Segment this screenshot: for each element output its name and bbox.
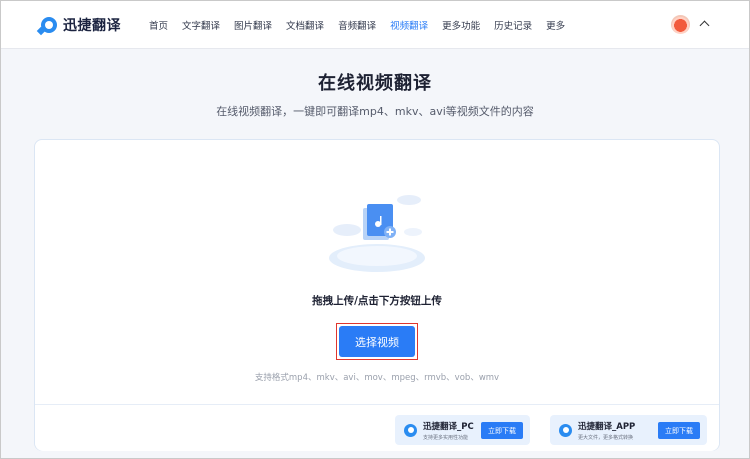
download-bar: 迅捷翻译_PC 支持更多实用性功能 立即下载 迅捷翻译_APP 更大文件，更多格…	[35, 404, 719, 451]
nav-item-video-translate[interactable]: 视频翻译	[390, 1, 428, 49]
nav-item-history[interactable]: 历史记录	[494, 1, 532, 49]
download-desc-app: 更大文件，更多格式转换	[578, 434, 634, 441]
drag-upload-text: 拖拽上传/点击下方按钮上传	[312, 295, 442, 307]
download-card-pc[interactable]: 迅捷翻译_PC 支持更多实用性功能 立即下载	[395, 415, 530, 445]
logo-text: 迅捷翻译	[63, 17, 121, 34]
app-logo-icon	[404, 423, 417, 437]
select-video-button[interactable]: 选择视频	[339, 326, 415, 357]
nav-item-home[interactable]: 首页	[149, 1, 168, 49]
nav-item-audio-translate[interactable]: 音频翻译	[338, 1, 376, 49]
video-upload-illustration	[329, 195, 425, 272]
nav-item-image-translate[interactable]: 图片翻译	[234, 1, 272, 49]
nav-item-document-translate[interactable]: 文档翻译	[286, 1, 324, 49]
download-app-button[interactable]: 立即下载	[658, 422, 700, 439]
logo[interactable]: 迅捷翻译	[41, 15, 121, 35]
main-nav: 首页 文字翻译 图片翻译 文档翻译 音频翻译 视频翻译 更多功能 历史记录 更多	[149, 1, 579, 49]
download-name-pc: 迅捷翻译_PC	[423, 421, 474, 432]
download-card-app[interactable]: 迅捷翻译_APP 更大文件，更多格式转换 立即下载	[550, 415, 707, 445]
app-logo-icon	[559, 423, 572, 437]
chevron-up-icon[interactable]	[699, 20, 710, 31]
page-subtitle: 在线视频翻译，一键即可翻译mp4、mkv、avi等视频文件的内容	[216, 105, 534, 118]
avatar[interactable]	[671, 15, 690, 34]
page-title: 在线视频翻译	[318, 73, 432, 94]
supported-formats: 支持格式mp4、mkv、avi、mov、mpeg、rmvb、vob、wmv	[254, 373, 500, 383]
upload-card[interactable]: 拖拽上传/点击下方按钮上传 选择视频 支持格式mp4、mkv、avi、mov、m…	[34, 139, 720, 451]
download-pc-button[interactable]: 立即下载	[481, 422, 523, 439]
nav-item-more[interactable]: 更多	[546, 1, 565, 49]
nav-item-more-features[interactable]: 更多功能	[442, 1, 480, 49]
top-header: 迅捷翻译 首页 文字翻译 图片翻译 文档翻译 音频翻译 视频翻译 更多功能 历史…	[1, 1, 749, 49]
download-desc-pc: 支持更多实用性功能	[423, 434, 469, 441]
download-name-app: 迅捷翻译_APP	[578, 421, 636, 432]
logo-icon	[41, 16, 57, 33]
nav-item-text-translate[interactable]: 文字翻译	[182, 1, 220, 49]
